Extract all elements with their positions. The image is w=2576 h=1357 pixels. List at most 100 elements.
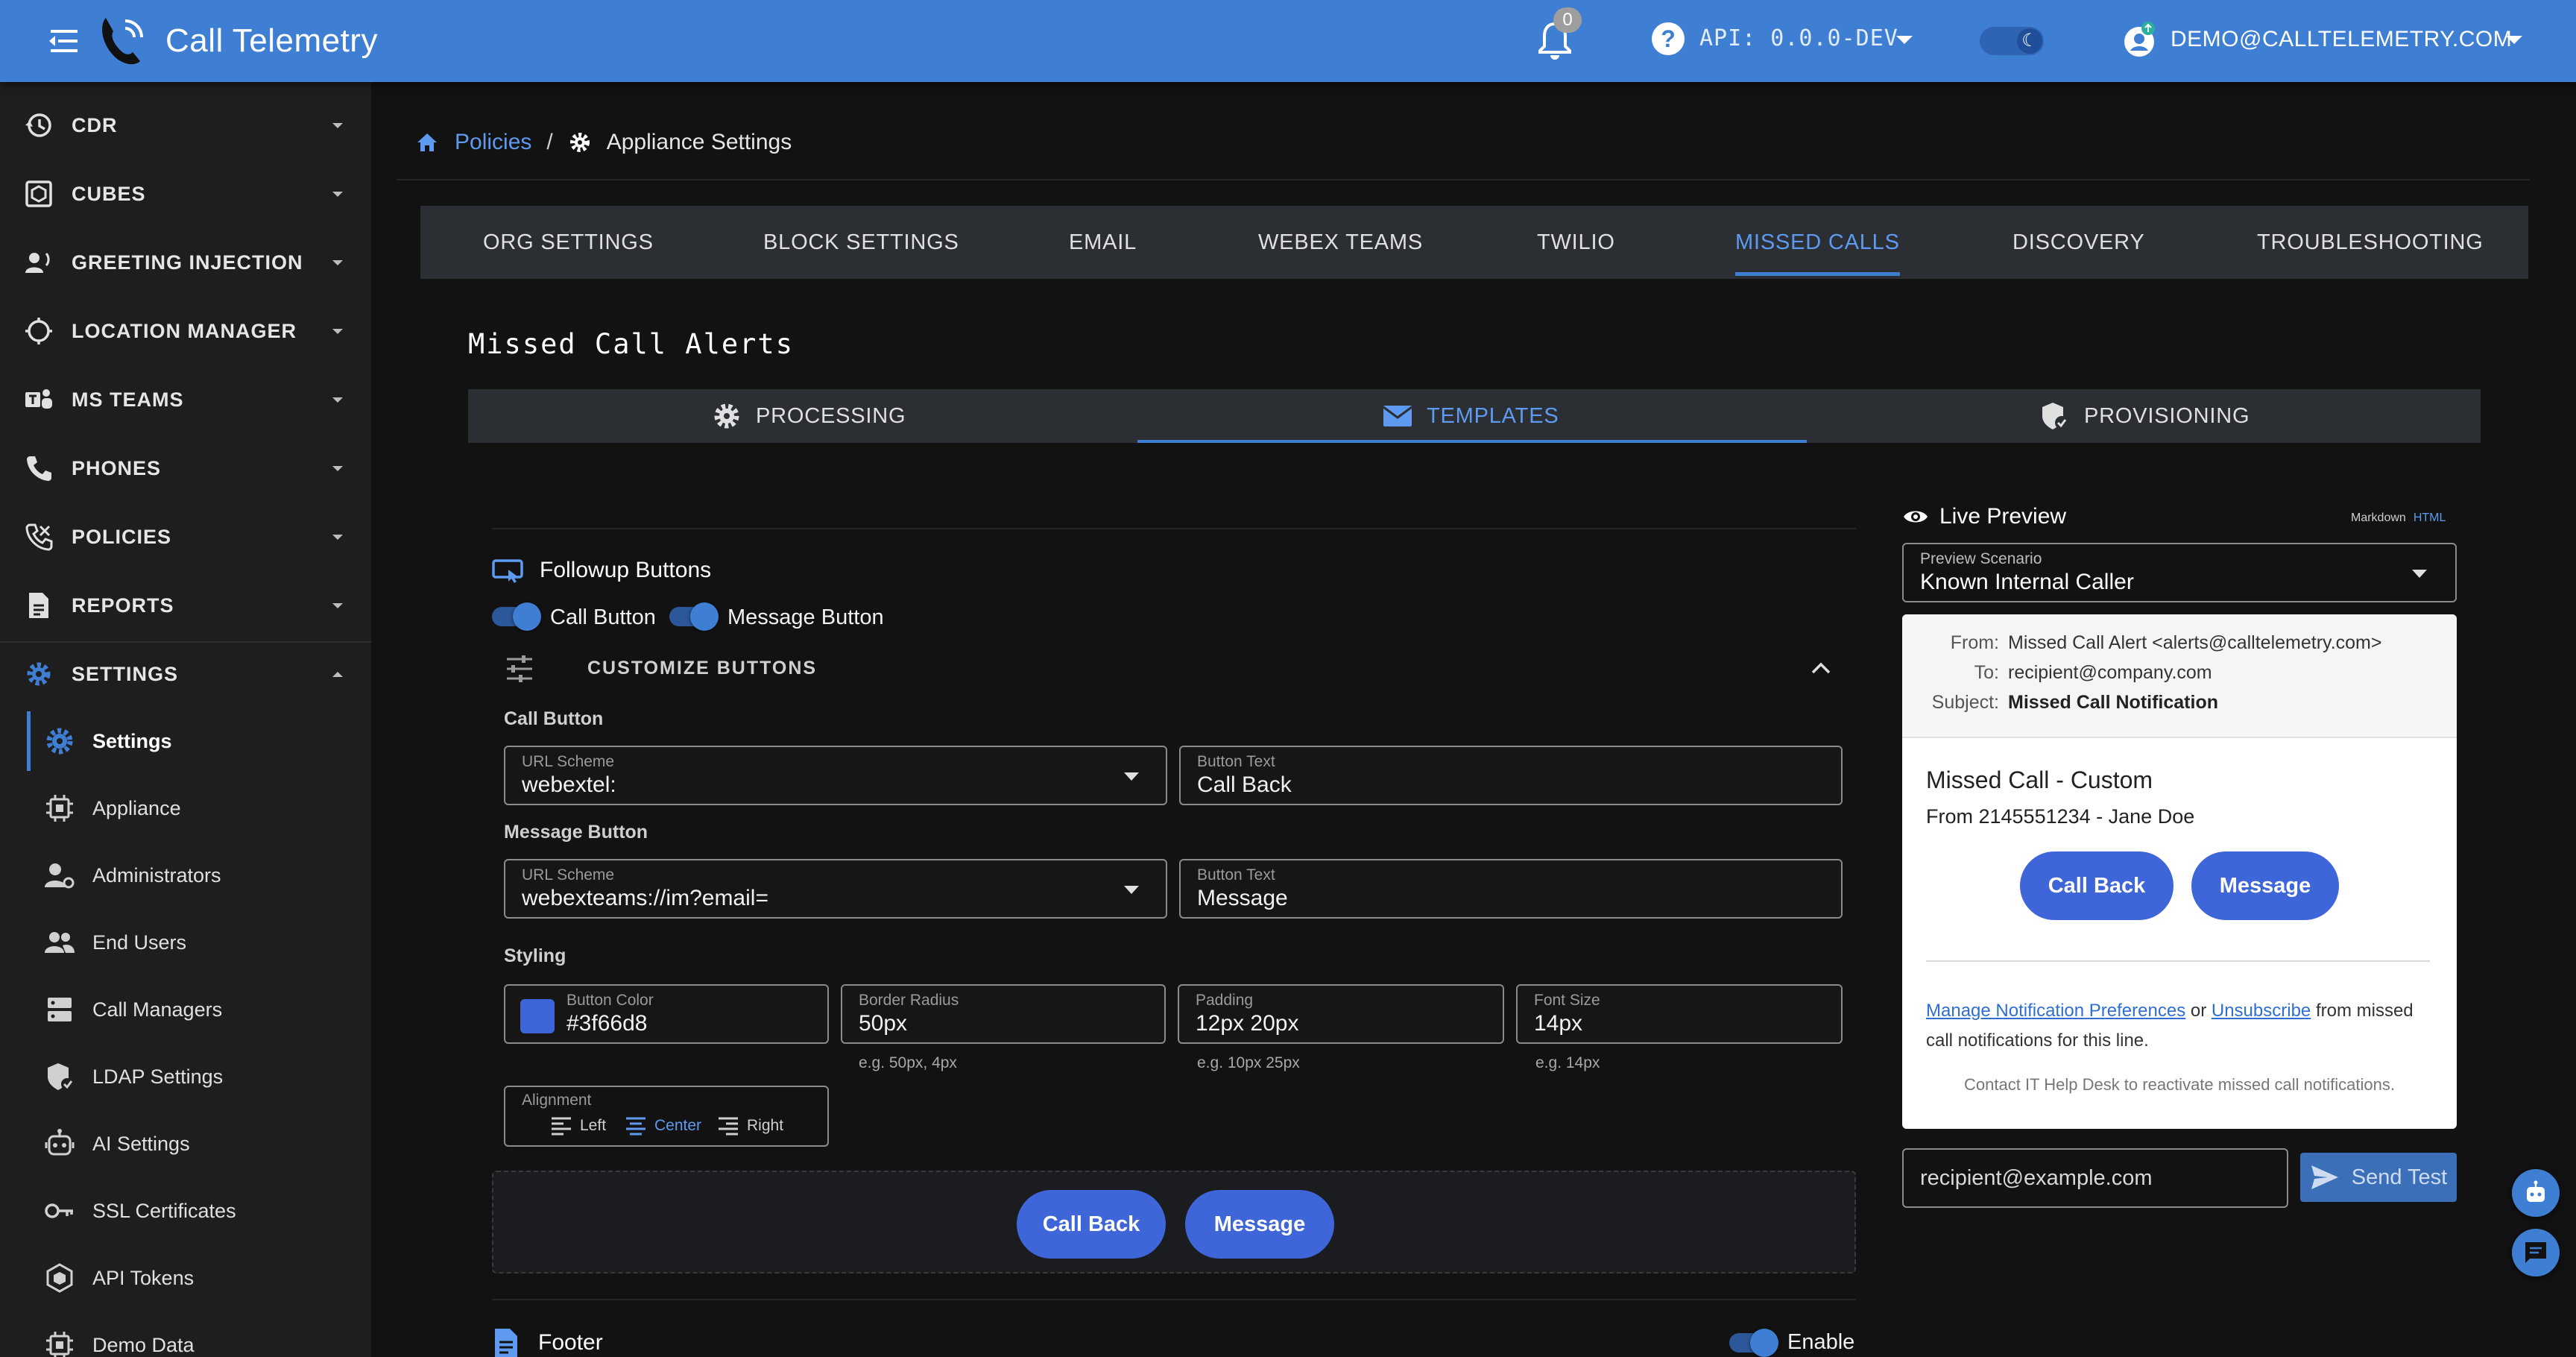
sidebar-sub-ldap-settings[interactable]: LDAP Settings [27, 1047, 371, 1106]
shield-check-icon [2042, 403, 2068, 429]
sidebar-sub-label: Call Managers [92, 998, 223, 1021]
email-message-button[interactable]: Message [2191, 851, 2339, 920]
chip-icon [46, 1332, 73, 1357]
divider [397, 179, 2530, 180]
sidebar-sub-label: SSL Certificates [92, 1199, 236, 1222]
align-left-option[interactable]: Left [550, 1115, 606, 1136]
chevron-down-icon [332, 397, 343, 403]
chat-button[interactable] [2512, 1229, 2560, 1276]
email-to-key: To: [1974, 662, 1999, 683]
sidebar-sub-administrators[interactable]: Administrators [27, 846, 371, 905]
tab-org-settings[interactable]: ORG SETTINGS [483, 206, 654, 279]
tab-email[interactable]: EMAIL [1069, 206, 1137, 279]
chevron-down-icon[interactable] [1896, 36, 1913, 44]
preview-scenario-select[interactable]: Preview Scenario Known Internal Caller [1902, 543, 2457, 602]
send-icon [2311, 1165, 2338, 1189]
live-preview-title: Live Preview [1902, 504, 2066, 529]
sidebar-item-reports[interactable]: REPORTS [0, 579, 371, 632]
tab-discovery[interactable]: DISCOVERY [2012, 206, 2145, 279]
footer-enable-toggle[interactable] [1729, 1329, 1778, 1357]
customize-buttons-panel-header[interactable]: CUSTOMIZE BUTTONS [504, 650, 1846, 689]
phone-icon [27, 456, 51, 481]
followup-buttons-header: Followup Buttons [492, 558, 711, 583]
sidebar-item-label: CDR [72, 113, 118, 136]
sidebar-item-location-manager[interactable]: LOCATION MANAGER [0, 304, 371, 358]
notification-badge: 0 [1553, 7, 1582, 33]
sidebar-sub-label: Settings [92, 729, 172, 752]
message-button-toggle[interactable] [669, 602, 719, 631]
sidebar-item-settings[interactable]: SETTINGS [0, 647, 371, 701]
chevron-down-icon[interactable] [2506, 36, 2522, 44]
preview-message-button[interactable]: Message [1185, 1190, 1334, 1259]
sidebar-item-policies[interactable]: POLICIES [0, 510, 371, 564]
border-radius-field[interactable]: Border Radius 50px [841, 984, 1166, 1044]
manage-preferences-link[interactable]: Manage Notification Preferences [1926, 1001, 2185, 1021]
align-right-option[interactable]: Right [717, 1115, 783, 1136]
sidebar-sub-settings[interactable]: Settings [27, 711, 371, 771]
sidebar-item-greeting-injection[interactable]: GREETING INJECTION [0, 236, 371, 289]
tab-missed-calls[interactable]: MISSED CALLS [1735, 206, 1900, 279]
teams-icon [25, 389, 52, 409]
sidebar-sub-label: End Users [92, 931, 187, 954]
sidebar-item-ms-teams[interactable]: MS TEAMS [0, 373, 371, 426]
sidebar-item-phones[interactable]: PHONES [0, 441, 371, 495]
email-call-back-button[interactable]: Call Back [2020, 851, 2174, 920]
user-menu[interactable]: DEMO@CALLTELEMETRY.COM [2171, 27, 2512, 52]
message-button-text-field[interactable]: Button Text Message [1179, 859, 1843, 919]
chevron-down-icon [332, 465, 343, 471]
help-icon[interactable]: ? [1652, 22, 1685, 55]
sidebar-sub-ai-settings[interactable]: AI Settings [27, 1114, 371, 1174]
tab-webex-teams[interactable]: WEBEX TEAMS [1258, 206, 1423, 279]
eye-icon [1904, 511, 1928, 523]
email-to-value: recipient@company.com [2008, 662, 2212, 683]
gear-icon [27, 662, 51, 686]
api-version-selector[interactable]: API: 0.0.0-DEV [1699, 25, 1898, 51]
send-test-button[interactable]: Send Test [2300, 1153, 2457, 1202]
preview-call-back-button[interactable]: Call Back [1017, 1190, 1166, 1259]
sidebar-sub-appliance[interactable]: Appliance [27, 778, 371, 838]
sidebar-sub-call-managers[interactable]: Call Managers [27, 980, 371, 1039]
sidebar-sub-api-tokens[interactable]: API Tokens [27, 1248, 371, 1308]
menu-open-icon[interactable] [46, 25, 82, 57]
chevron-down-icon [332, 328, 343, 334]
tab-troubleshooting[interactable]: TROUBLESHOOTING [2257, 206, 2484, 279]
subtab-processing[interactable]: PROCESSING [711, 389, 906, 443]
chevron-up-icon[interactable] [1810, 658, 1832, 680]
missed-calls-subtabs: PROCESSING TEMPLATES PROVISIONING [468, 389, 2481, 443]
email-footer-links: Manage Notification Preferences or Unsub… [1926, 1001, 2414, 1051]
message-url-scheme-select[interactable]: URL Scheme webexteams://im?email= [504, 859, 1167, 919]
crosshair-icon [25, 318, 52, 344]
sidebar-sub-demo-data[interactable]: Demo Data [27, 1315, 371, 1357]
call-url-scheme-select[interactable]: URL Scheme webextel: [504, 746, 1167, 805]
unsubscribe-link[interactable]: Unsubscribe [2212, 1001, 2311, 1021]
settings-tabs: ORG SETTINGS BLOCK SETTINGS EMAIL WEBEX … [420, 206, 2528, 279]
subtab-templates[interactable]: TEMPLATES [1382, 389, 1559, 443]
user-avatar-icon[interactable] [2123, 21, 2157, 58]
breadcrumb-link-policies[interactable]: Policies [455, 130, 531, 155]
history-icon [25, 113, 51, 137]
mode-html[interactable]: HTML [2414, 511, 2446, 524]
button-color-field[interactable]: Button Color #3f66d8 [504, 984, 829, 1044]
sidebar-sub-ssl-certificates[interactable]: SSL Certificates [27, 1181, 371, 1241]
sidebar-item-cubes[interactable]: CUBES [0, 167, 371, 221]
padding-field[interactable]: Padding 12px 20px [1178, 984, 1504, 1044]
test-recipient-input[interactable]: recipient@example.com [1902, 1148, 2288, 1208]
email-preview-card: From: Missed Call Alert <alerts@calltele… [1902, 614, 2457, 1129]
tab-block-settings[interactable]: BLOCK SETTINGS [763, 206, 959, 279]
call-button-text-field[interactable]: Button Text Call Back [1179, 746, 1843, 805]
sidebar-item-cdr[interactable]: CDR [0, 98, 371, 152]
font-size-field[interactable]: Font Size 14px [1516, 984, 1843, 1044]
align-center-icon [626, 1117, 645, 1136]
padding-hint: e.g. 10px 25px [1197, 1054, 1300, 1071]
align-center-option[interactable]: Center [625, 1115, 701, 1136]
sidebar-sub-end-users[interactable]: End Users [27, 913, 371, 972]
ai-assistant-button[interactable] [2512, 1169, 2560, 1217]
sidebar-item-label: CUBES [72, 182, 146, 205]
call-button-toggle[interactable] [492, 602, 541, 631]
subtab-provisioning[interactable]: PROVISIONING [2039, 389, 2250, 443]
color-swatch[interactable] [520, 999, 555, 1033]
mode-markdown[interactable]: Markdown [2351, 511, 2406, 524]
dark-mode-toggle[interactable]: ☾ [1980, 27, 2044, 55]
tab-twilio[interactable]: TWILIO [1537, 206, 1615, 279]
home-icon[interactable] [416, 131, 438, 154]
